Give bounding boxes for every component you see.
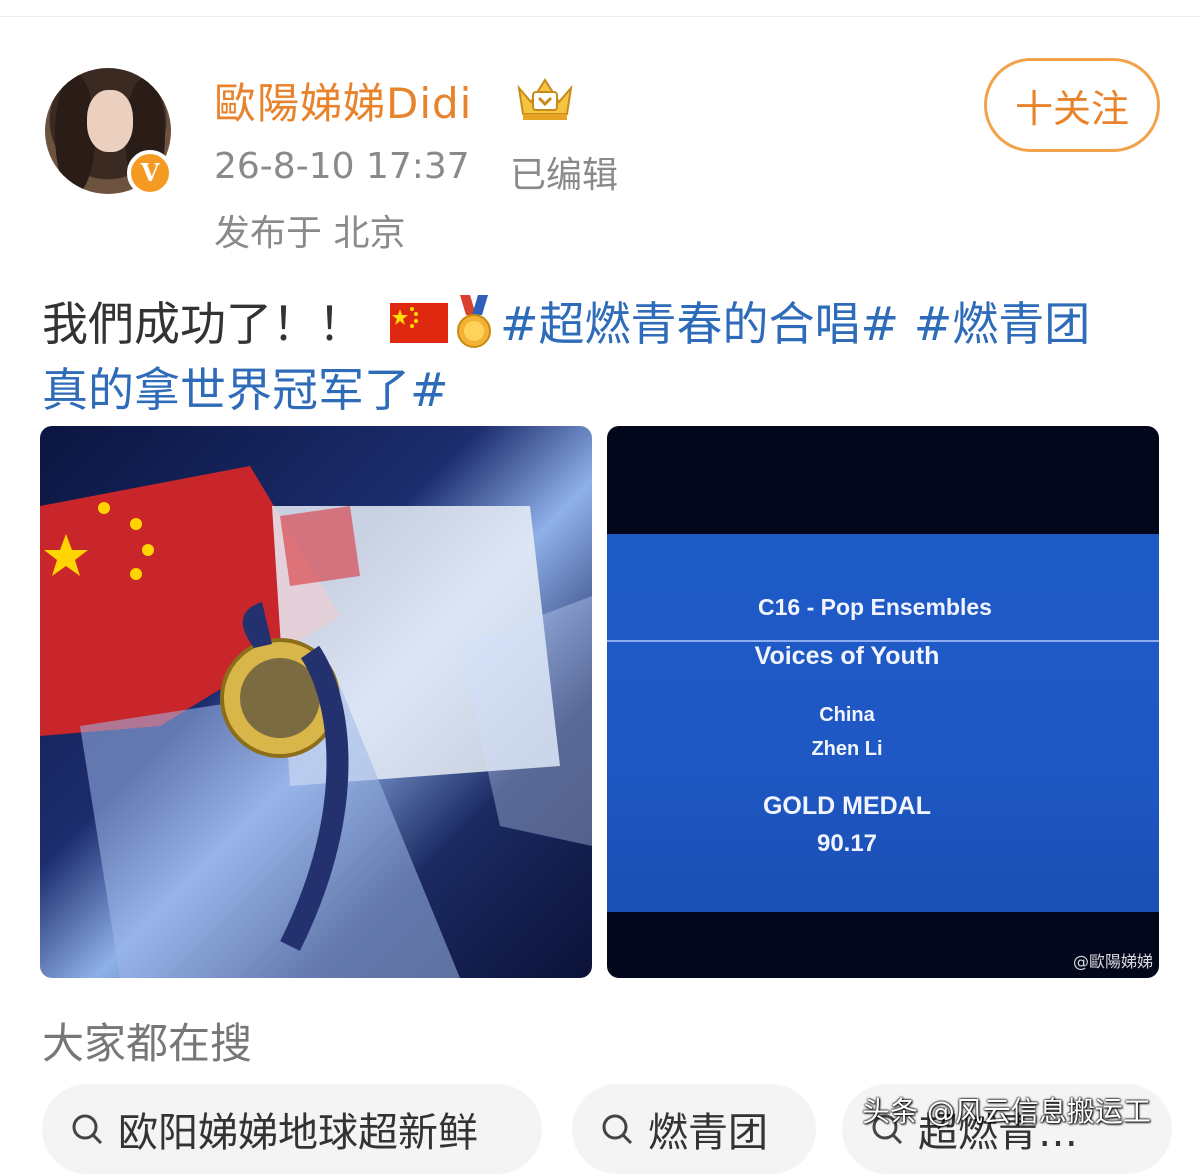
post-text-line-1: 我們成功了！！ #超燃青春的合唱# #燃青团 [42, 288, 1090, 361]
search-chip-label: 欧阳娣娣地球超新鲜 [118, 1110, 478, 1156]
crown-icon [517, 78, 573, 120]
result-category: C16 - Pop Ensembles [758, 594, 992, 620]
search-icon [602, 1114, 633, 1145]
result-country: China [819, 704, 875, 726]
result-conductor: Zhen Li [811, 738, 883, 760]
verified-badge-icon: V [127, 150, 173, 196]
hashtag-1[interactable]: #超燃青春的合唱# [500, 297, 899, 351]
top-divider [0, 16, 1200, 17]
post-image-1[interactable] [40, 426, 592, 978]
result-medal: GOLD MEDAL [762, 792, 932, 820]
search-icon [72, 1114, 103, 1145]
search-chip[interactable]: 燃青团 [572, 1084, 816, 1174]
china-flag-icon [390, 302, 448, 343]
post-text: 我們成功了！！ [42, 297, 364, 351]
result-score: 90.17 [816, 830, 878, 857]
result-team: Voices of Youth [754, 642, 940, 670]
edited-label[interactable]: 已编辑 [510, 146, 618, 198]
medal-photo-illustration [40, 466, 592, 978]
post-image-2[interactable]: C16 - Pop Ensembles Voices of Youth Chin… [607, 426, 1159, 978]
search-section-title: 大家都在搜 [42, 1019, 253, 1068]
gold-medal-icon [457, 294, 491, 348]
follow-button[interactable]: 十关注 [984, 58, 1160, 152]
search-chip-label: 燃青团 [648, 1110, 768, 1156]
hashtag-2-continued[interactable]: 真的拿世界冠军了# [42, 354, 449, 420]
search-chip[interactable]: 欧阳娣娣地球超新鲜 [42, 1084, 542, 1174]
overlay-watermark: 头条 @风云信息搬运工 [862, 1095, 1151, 1128]
username[interactable]: 歐陽娣娣Didi [214, 70, 472, 131]
image-watermark: @歐陽娣娣 [1072, 952, 1153, 971]
post-time: 26-8-10 17:37 [214, 146, 470, 187]
post-location: 发布于 北京 [214, 213, 406, 254]
hashtag-2[interactable]: #燃青团 [914, 297, 1091, 351]
